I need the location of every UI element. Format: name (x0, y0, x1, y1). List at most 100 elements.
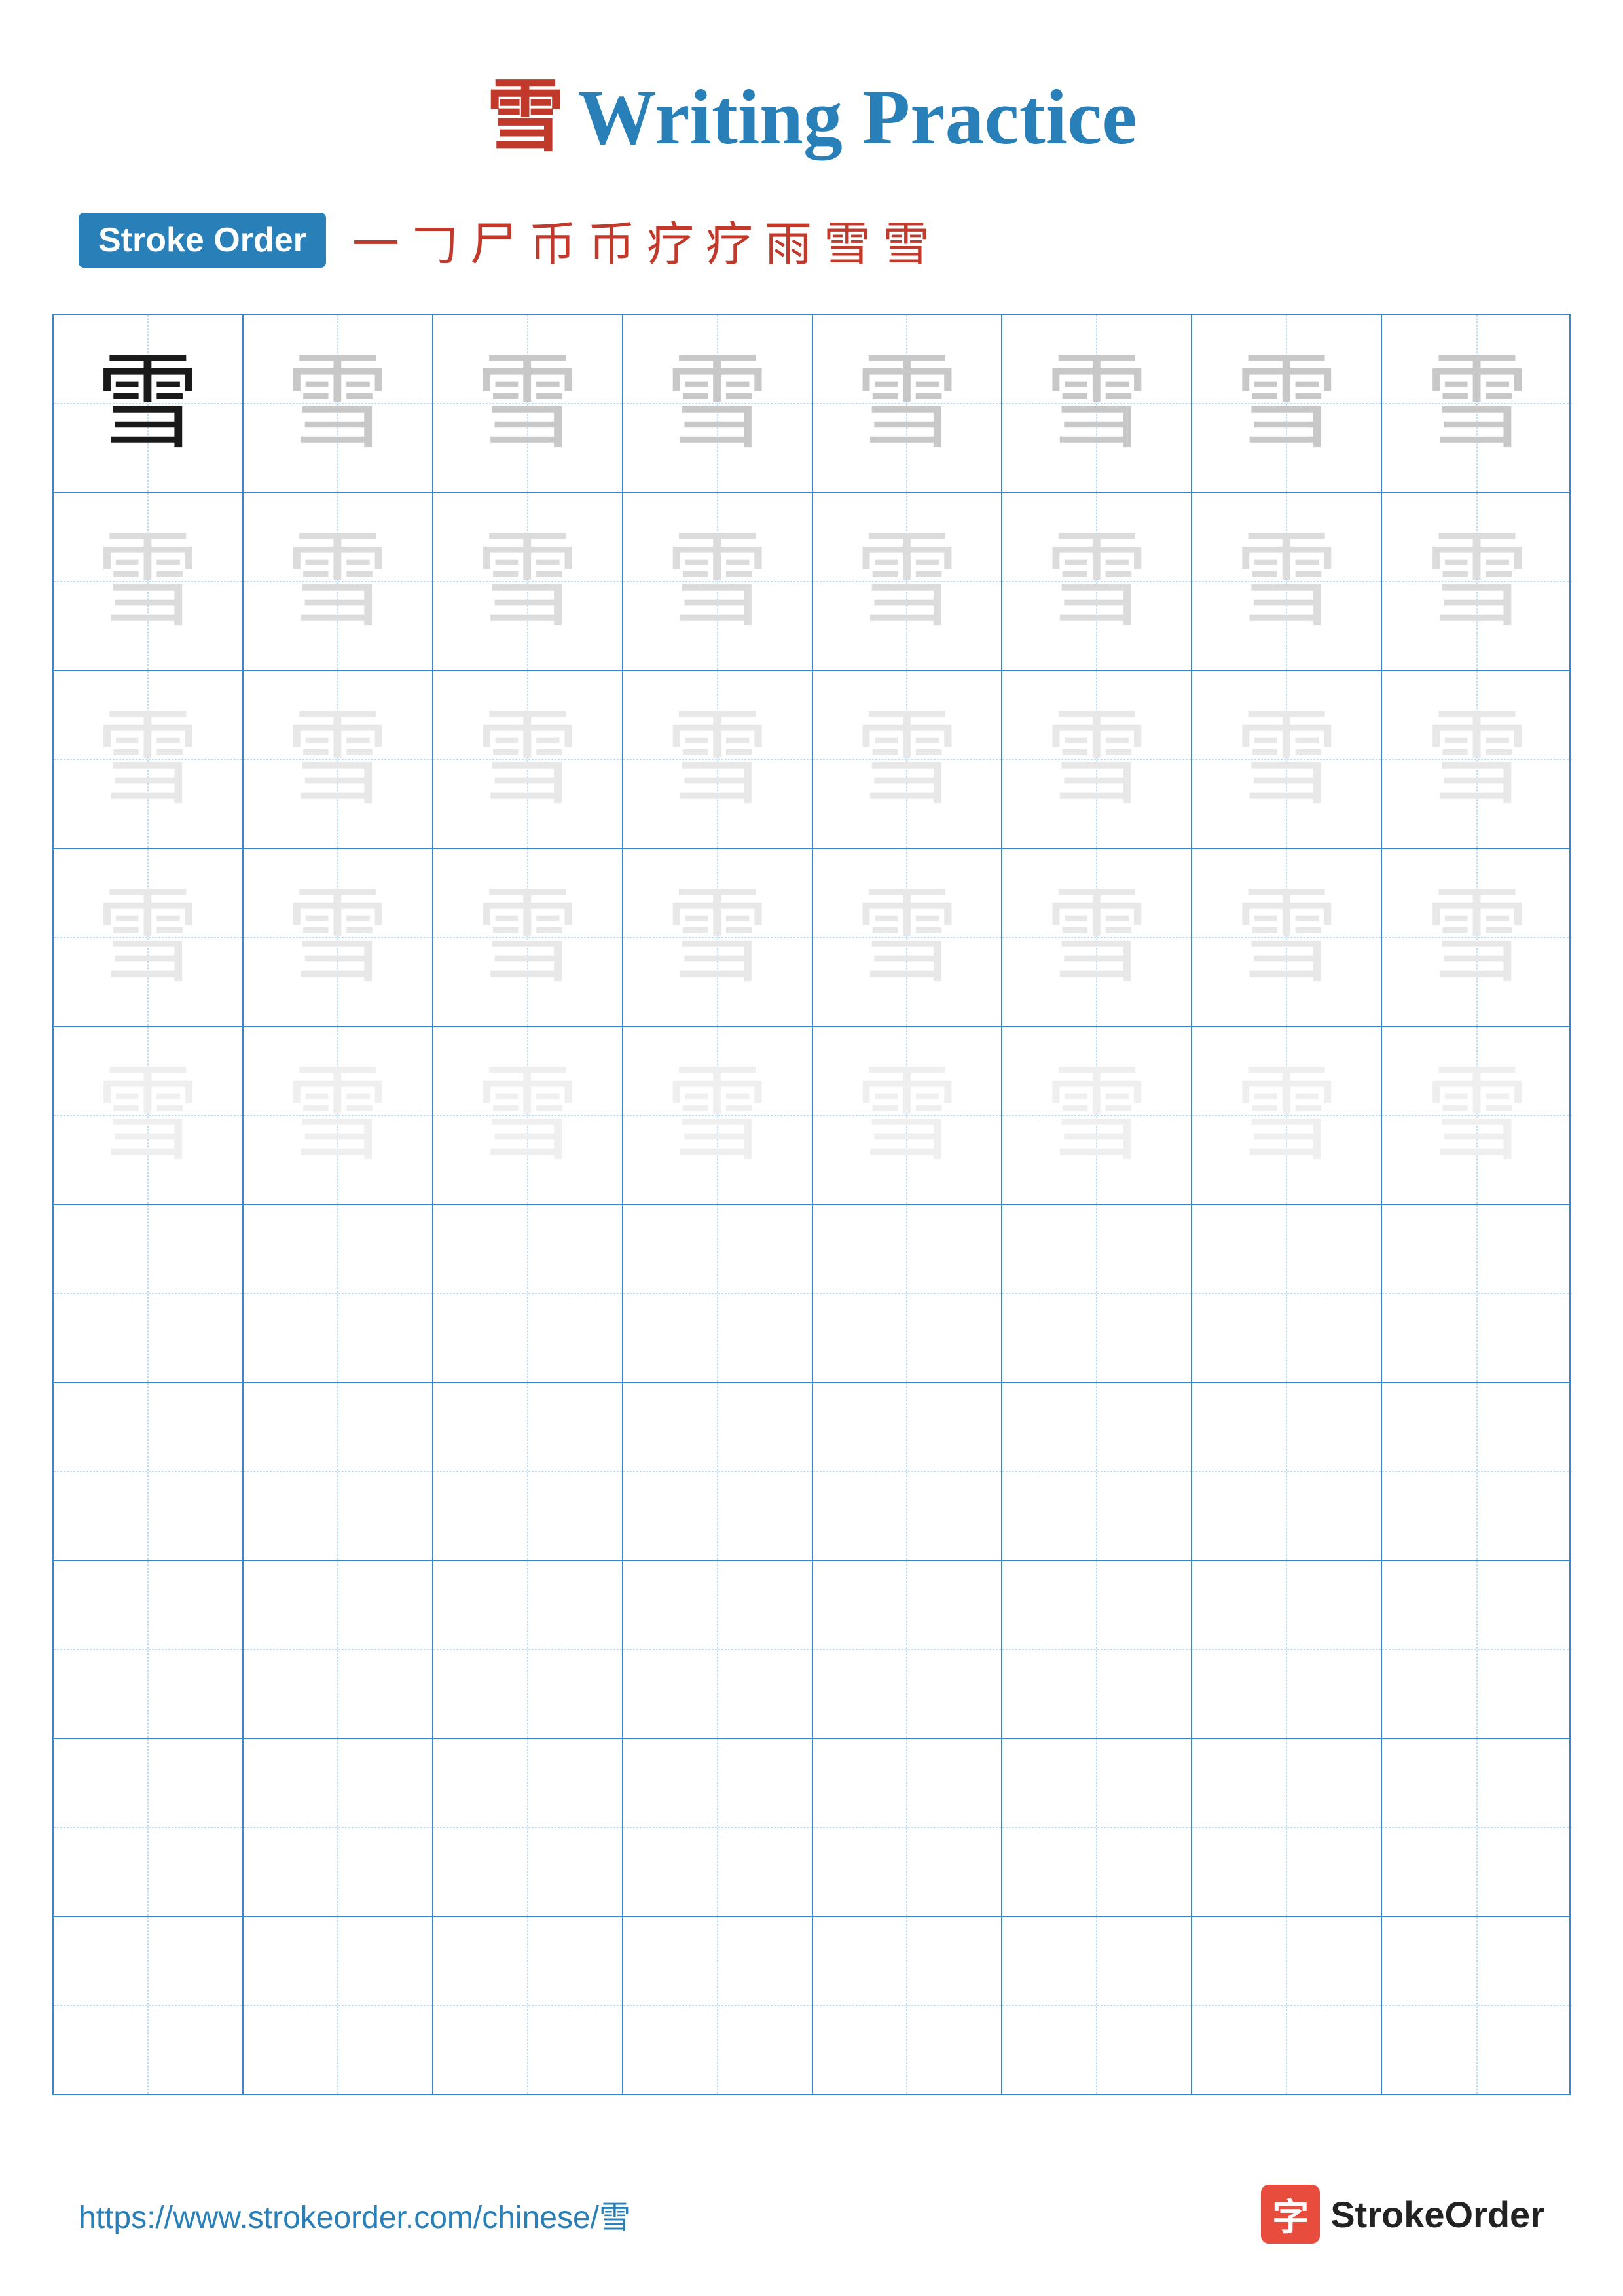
grid-cell[interactable]: 雪 (623, 671, 813, 848)
practice-char: 雪 (1234, 1063, 1339, 1168)
grid-cell[interactable] (54, 1205, 244, 1382)
grid-cell[interactable]: 雪 (813, 315, 1003, 492)
practice-char: 雪 (1425, 529, 1529, 634)
grid-cell[interactable] (433, 1561, 623, 1738)
stroke-sequence: 一 𠃌 尸 币 币 疗 疗 雨 雪 雪 (352, 206, 930, 274)
practice-char: 雪 (1234, 529, 1339, 634)
grid-cell[interactable] (1382, 1205, 1572, 1382)
grid-cell[interactable]: 雪 (54, 1027, 244, 1204)
grid-cell[interactable] (623, 1917, 813, 2094)
grid-cell[interactable] (1192, 1917, 1382, 2094)
grid-cell[interactable]: 雪 (433, 671, 623, 848)
grid-cell[interactable] (813, 1383, 1003, 1560)
grid-cell[interactable] (623, 1383, 813, 1560)
practice-char: 雪 (854, 529, 959, 634)
grid-cell[interactable]: 雪 (1382, 315, 1572, 492)
grid-cell[interactable]: 雪 (244, 493, 433, 670)
grid-cell[interactable]: 雪 (54, 671, 244, 848)
grid-row: 雪 雪 雪 雪 雪 雪 雪 雪 (54, 671, 1569, 849)
grid-cell[interactable] (1382, 1561, 1572, 1738)
page-title: 雪Writing Practice (0, 0, 1623, 192)
grid-cell[interactable]: 雪 (1002, 849, 1192, 1026)
grid-cell[interactable] (1192, 1205, 1382, 1382)
grid-cell[interactable]: 雪 (1192, 493, 1382, 670)
grid-cell[interactable]: 雪 (244, 849, 433, 1026)
grid-cell[interactable] (54, 1561, 244, 1738)
practice-char: 雪 (1234, 351, 1339, 456)
grid-cell[interactable]: 雪 (1192, 315, 1382, 492)
grid-cell[interactable]: 雪 (1382, 1027, 1572, 1204)
grid-cell[interactable]: 雪 (1192, 1027, 1382, 1204)
practice-char: 雪 (1044, 351, 1149, 456)
practice-char: 雪 (475, 1063, 580, 1168)
grid-cell[interactable]: 雪 (54, 493, 244, 670)
grid-cell[interactable]: 雪 (1382, 849, 1572, 1026)
practice-char: 雪 (285, 707, 390, 812)
grid-cell[interactable]: 雪 (623, 315, 813, 492)
grid-cell[interactable] (1382, 1383, 1572, 1560)
grid-cell[interactable]: 雪 (623, 1027, 813, 1204)
grid-cell[interactable]: 雪 (813, 849, 1003, 1026)
grid-cell[interactable] (623, 1205, 813, 1382)
footer-logo: 字 StrokeOrder (1261, 2185, 1544, 2244)
practice-char: 雪 (854, 885, 959, 990)
grid-cell[interactable] (1002, 1917, 1192, 2094)
practice-char: 雪 (1425, 351, 1529, 456)
grid-cell[interactable] (1192, 1739, 1382, 1916)
grid-cell[interactable]: 雪 (433, 1027, 623, 1204)
grid-cell[interactable]: 雪 (1192, 849, 1382, 1026)
practice-char: 雪 (96, 885, 200, 990)
grid-cell[interactable] (1002, 1383, 1192, 1560)
grid-cell[interactable] (244, 1205, 433, 1382)
practice-char: 雪 (475, 707, 580, 812)
grid-cell[interactable] (433, 1383, 623, 1560)
grid-cell[interactable] (813, 1917, 1003, 2094)
grid-cell[interactable]: 雪 (244, 671, 433, 848)
grid-cell[interactable] (1382, 1917, 1572, 2094)
grid-cell[interactable]: 雪 (1382, 493, 1572, 670)
grid-cell[interactable]: 雪 (1002, 315, 1192, 492)
grid-cell[interactable]: 雪 (1002, 1027, 1192, 1204)
grid-cell[interactable]: 雪 (433, 849, 623, 1026)
grid-cell[interactable] (244, 1739, 433, 1916)
grid-cell[interactable] (623, 1561, 813, 1738)
grid-cell[interactable] (54, 1917, 244, 2094)
grid-cell[interactable] (54, 1739, 244, 1916)
grid-cell[interactable] (433, 1917, 623, 2094)
grid-row: 雪 雪 雪 雪 雪 雪 雪 雪 (54, 1027, 1569, 1205)
grid-cell[interactable] (244, 1917, 433, 2094)
stroke-6: 疗 (647, 206, 694, 274)
grid-cell[interactable] (813, 1561, 1003, 1738)
grid-cell[interactable]: 雪 (813, 1027, 1003, 1204)
grid-cell[interactable]: 雪 (54, 849, 244, 1026)
grid-cell[interactable]: 雪 (433, 315, 623, 492)
grid-cell[interactable] (433, 1739, 623, 1916)
grid-cell[interactable]: 雪 (1192, 671, 1382, 848)
grid-cell[interactable]: 雪 (433, 493, 623, 670)
grid-cell[interactable] (244, 1383, 433, 1560)
grid-cell[interactable] (623, 1739, 813, 1916)
grid-cell[interactable] (813, 1205, 1003, 1382)
grid-row: 雪 雪 雪 雪 雪 雪 雪 雪 (54, 315, 1569, 493)
grid-cell[interactable]: 雪 (813, 493, 1003, 670)
grid-cell[interactable]: 雪 (1002, 671, 1192, 848)
grid-cell[interactable] (244, 1561, 433, 1738)
grid-cell[interactable] (1382, 1739, 1572, 1916)
grid-cell[interactable]: 雪 (1382, 671, 1572, 848)
grid-cell[interactable]: 雪 (623, 493, 813, 670)
stroke-order-badge: Stroke Order (79, 213, 326, 268)
grid-cell[interactable]: 雪 (813, 671, 1003, 848)
grid-cell[interactable] (1002, 1205, 1192, 1382)
grid-cell[interactable] (1192, 1383, 1382, 1560)
grid-cell[interactable] (1002, 1739, 1192, 1916)
grid-cell[interactable] (54, 1383, 244, 1560)
grid-cell[interactable]: 雪 (623, 849, 813, 1026)
grid-cell[interactable]: 雪 (244, 315, 433, 492)
grid-cell[interactable]: 雪 (54, 315, 244, 492)
grid-cell[interactable] (433, 1205, 623, 1382)
grid-cell[interactable] (1192, 1561, 1382, 1738)
grid-cell[interactable] (813, 1739, 1003, 1916)
grid-cell[interactable]: 雪 (1002, 493, 1192, 670)
grid-cell[interactable]: 雪 (244, 1027, 433, 1204)
grid-cell[interactable] (1002, 1561, 1192, 1738)
